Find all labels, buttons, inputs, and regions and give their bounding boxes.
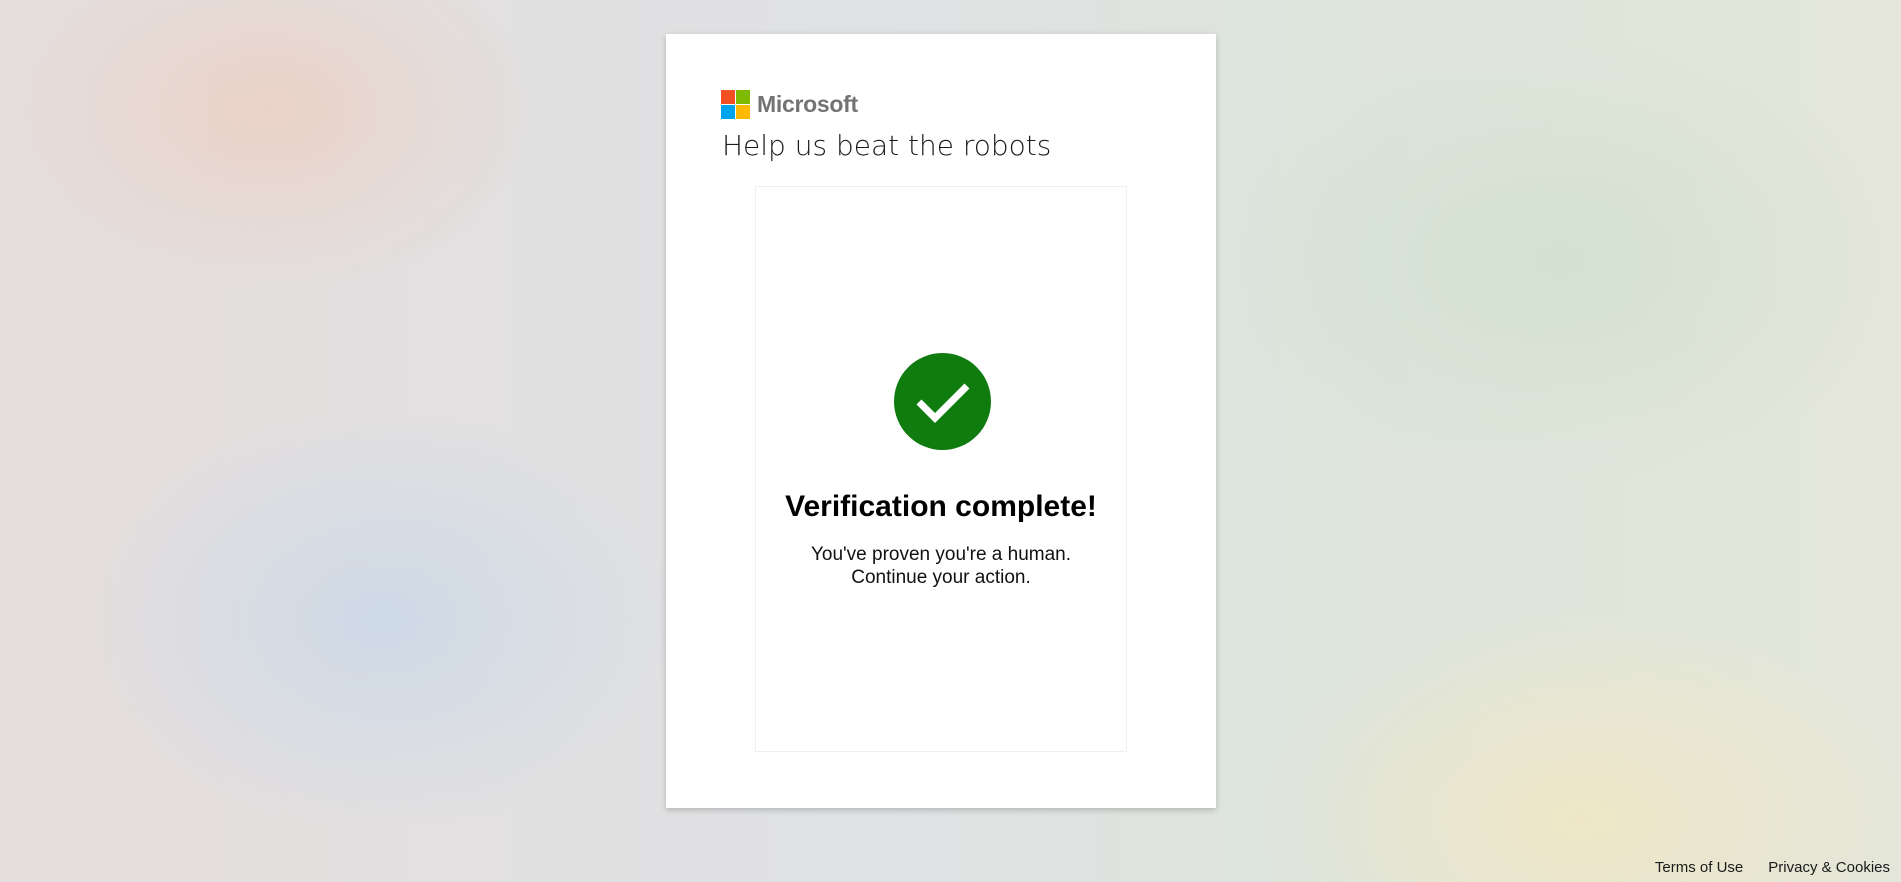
brand-name: Microsoft (757, 91, 858, 117)
verification-card: Microsoft Help us beat the robots Verifi… (666, 34, 1216, 808)
page-title: Help us beat the robots (722, 129, 1052, 162)
checkmark-circle-icon (894, 353, 991, 450)
footer: Terms of Use Privacy & Cookies (1655, 858, 1890, 878)
challenge-frame: Verification complete! You've proven you… (755, 186, 1127, 752)
verification-heading: Verification complete! (785, 490, 1097, 523)
privacy-cookies-link[interactable]: Privacy & Cookies (1768, 858, 1890, 878)
brand-header: Microsoft (721, 89, 858, 119)
checkmark-icon (916, 383, 969, 423)
logo-square-red (721, 89, 735, 104)
microsoft-logo-icon (721, 89, 750, 119)
logo-square-blue (721, 104, 735, 119)
verification-message: You've proven you're a human. Continue y… (756, 543, 1126, 589)
logo-square-yellow (736, 104, 750, 119)
verification-message-line1: You've proven you're a human. (810, 544, 1072, 565)
verification-message-line2: Continue your action. (851, 567, 1031, 588)
logo-square-green (736, 89, 750, 104)
terms-of-use-link[interactable]: Terms of Use (1655, 858, 1743, 878)
